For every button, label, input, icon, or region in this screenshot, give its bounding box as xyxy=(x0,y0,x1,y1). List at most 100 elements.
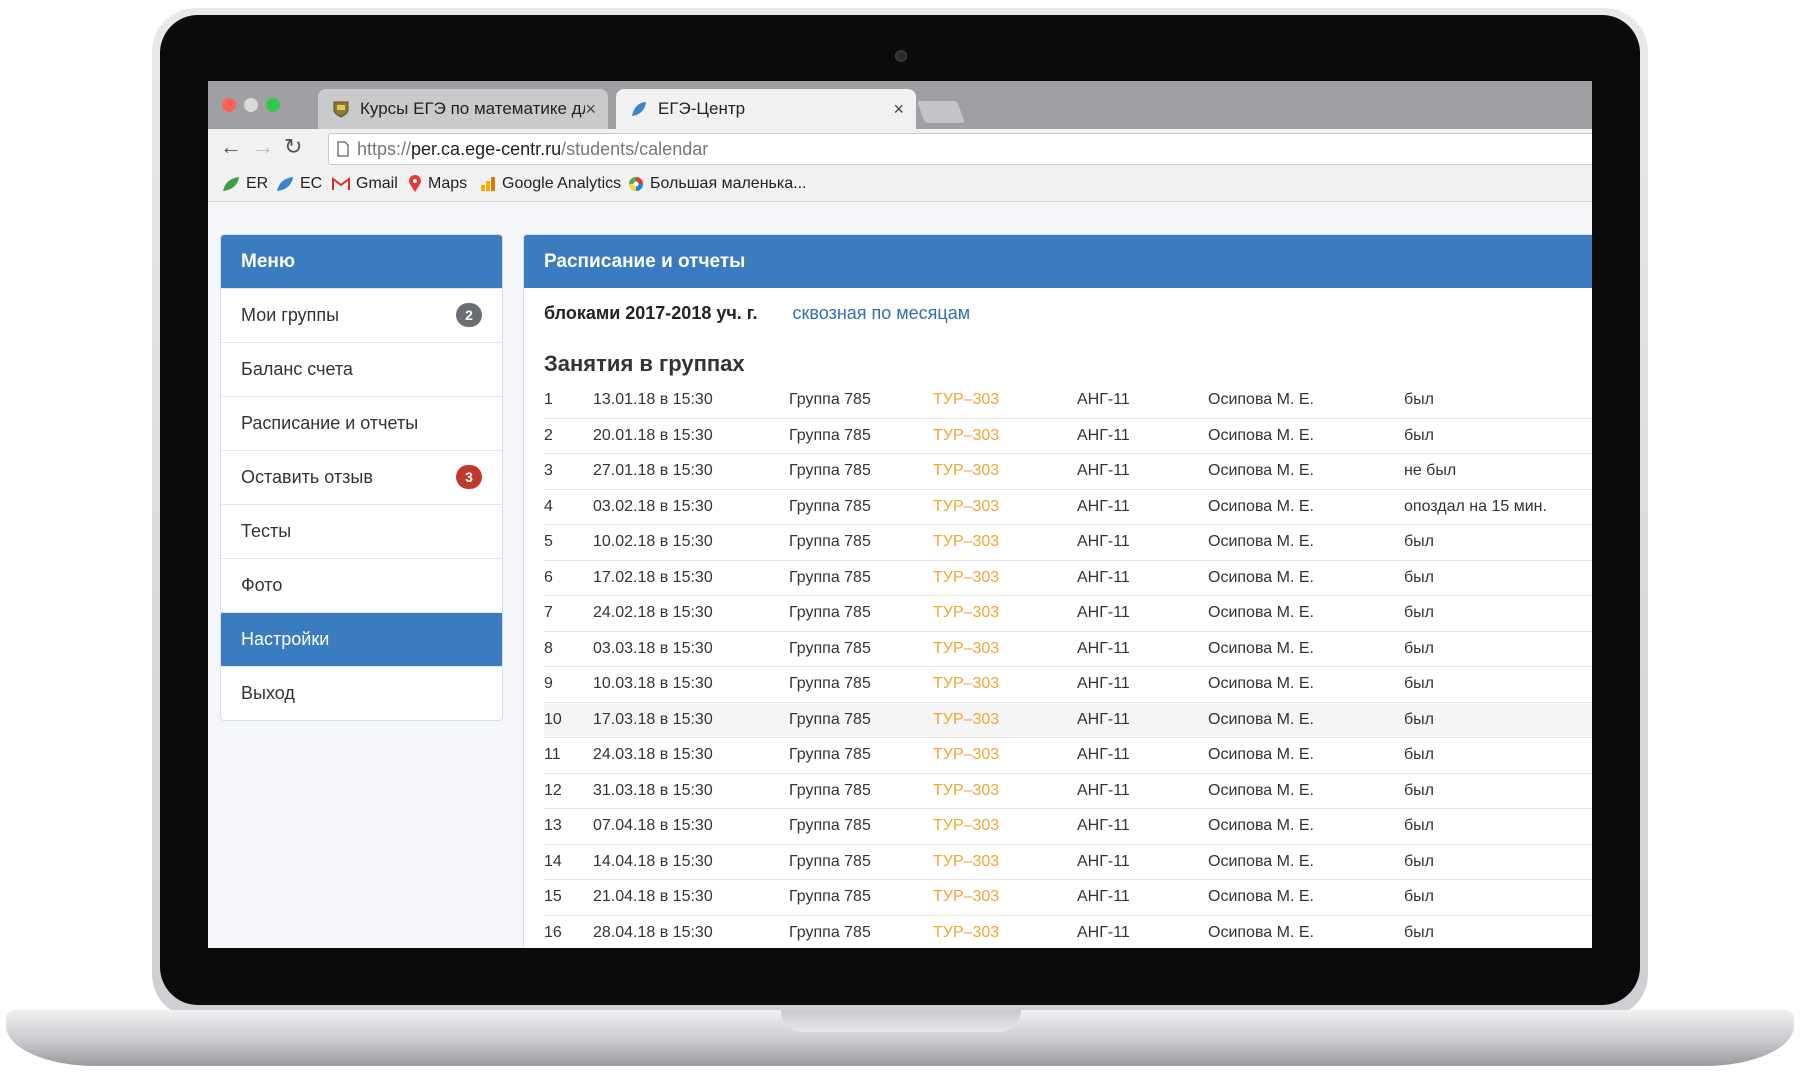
room-code: ТУР–303 xyxy=(933,808,1077,845)
course-code: АНГ-11 xyxy=(1077,453,1208,490)
group-name: Группа 785 xyxy=(789,666,933,703)
table-row: 10 17.03.18 в 15:30 Группа 785 ТУР–303 АНГ-1… xyxy=(544,702,1592,738)
sidebar-item-settings[interactable]: Настройки xyxy=(221,612,502,666)
bookmark-label: Google Analytics xyxy=(502,175,622,192)
group-name: Группа 785 xyxy=(789,418,933,454)
bookmark-gmail[interactable]: Gmail xyxy=(332,175,398,193)
teacher-name: Осипова М. Е. xyxy=(1208,560,1404,596)
bookmark-label: Gmail xyxy=(356,175,398,192)
lesson-datetime: 03.02.18 в 15:30 xyxy=(593,489,789,525)
lessons-table: 1 13.01.18 в 15:30 Группа 785 ТУР–303 АНГ-11… xyxy=(544,383,1592,948)
sidebar-item-logout[interactable]: Выход xyxy=(221,666,502,720)
table-row: 2 20.01.18 в 15:30 Группа 785 ТУР–303 АНГ-11… xyxy=(544,418,1592,454)
room-code: ТУР–303 xyxy=(933,915,1077,948)
room-code: ТУР–303 xyxy=(933,631,1077,667)
sidebar-item-label: Тесты xyxy=(241,521,292,541)
tab-ege-centr[interactable]: ЕГЭ-Центр × xyxy=(616,89,916,129)
room-code: ТУР–303 xyxy=(933,560,1077,596)
room-code: ТУР–303 xyxy=(933,666,1077,703)
forward-arrow-icon[interactable]: → xyxy=(252,134,274,160)
group-name: Группа 785 xyxy=(789,560,933,596)
attendance-status: был xyxy=(1404,560,1592,596)
course-code: АНГ-11 xyxy=(1077,631,1208,667)
sidebar-menu: Меню Мои группы 2 Баланс счета Расписани… xyxy=(220,234,503,721)
course-code: АНГ-11 xyxy=(1077,418,1208,454)
webcam xyxy=(895,50,907,62)
course-code: АНГ-11 xyxy=(1077,489,1208,525)
bookmark-google-analytics[interactable]: Google Analytics xyxy=(480,175,621,193)
row-number: 16 xyxy=(544,915,593,948)
bookmark-bolshaya[interactable]: Большая маленька... xyxy=(628,175,806,193)
course-code: АНГ-11 xyxy=(1077,560,1208,596)
room-code: ТУР–303 xyxy=(933,418,1077,454)
close-icon[interactable]: × xyxy=(585,99,596,120)
course-code: АНГ-11 xyxy=(1077,844,1208,880)
course-code: АНГ-11 xyxy=(1077,915,1208,948)
map-pin-icon xyxy=(409,175,421,192)
sidebar-item-balance[interactable]: Баланс счета xyxy=(221,342,502,396)
teacher-name: Осипова М. Е. xyxy=(1208,489,1404,525)
teacher-name: Осипова М. Е. xyxy=(1208,595,1404,632)
lesson-datetime: 17.02.18 в 15:30 xyxy=(593,560,789,596)
bookmark-label: EC xyxy=(300,175,323,192)
reload-icon[interactable]: ↻ xyxy=(284,134,302,160)
back-arrow-icon[interactable]: ← xyxy=(220,134,242,160)
lesson-datetime: 21.04.18 в 15:30 xyxy=(593,879,789,916)
new-tab-button[interactable] xyxy=(916,101,966,123)
close-icon[interactable]: × xyxy=(893,99,904,120)
bookmark-label: Maps xyxy=(428,175,468,192)
sidebar-item-label: Настройки xyxy=(241,629,330,649)
view-switcher: блоками 2017-2018 уч. г. сквозная по мес… xyxy=(544,303,970,324)
address-bar[interactable]: https://per.ca.ege-centr.ru/students/cal… xyxy=(328,133,1592,165)
lesson-datetime: 31.03.18 в 15:30 xyxy=(593,773,789,809)
group-name: Группа 785 xyxy=(789,453,933,490)
room-code: ТУР–303 xyxy=(933,453,1077,490)
teacher-name: Осипова М. Е. xyxy=(1208,915,1404,948)
view-monthly-link[interactable]: сквозная по месяцам xyxy=(793,303,971,323)
count-badge: 3 xyxy=(456,465,482,489)
sidebar-item-tests[interactable]: Тесты xyxy=(221,504,502,558)
close-window-button[interactable] xyxy=(222,98,236,112)
tab-ege-math-courses[interactable]: Курсы ЕГЭ по математике для × xyxy=(318,89,608,129)
attendance-status: был xyxy=(1404,844,1592,880)
tab-title: ЕГЭ-Центр xyxy=(658,99,746,118)
minimize-window-button[interactable] xyxy=(244,98,258,112)
sidebar-item-photo[interactable]: Фото xyxy=(221,558,502,612)
group-name: Группа 785 xyxy=(789,383,933,419)
course-code: АНГ-11 xyxy=(1077,595,1208,632)
group-name: Группа 785 xyxy=(789,631,933,667)
attendance-status: был xyxy=(1404,383,1592,419)
row-number: 1 xyxy=(544,383,593,419)
course-code: АНГ-11 xyxy=(1077,524,1208,561)
attendance-status: был xyxy=(1404,595,1592,632)
lesson-datetime: 20.01.18 в 15:30 xyxy=(593,418,789,454)
gmail-icon xyxy=(332,177,350,190)
laptop-notch xyxy=(781,1010,1021,1032)
bookmark-label: Большая маленька... xyxy=(650,175,807,192)
course-code: АНГ-11 xyxy=(1077,773,1208,809)
sidebar-item-label: Оставить отзыв xyxy=(241,467,373,487)
table-row: 1 13.01.18 в 15:30 Группа 785 ТУР–303 АНГ-11… xyxy=(544,383,1592,419)
row-number: 2 xyxy=(544,418,593,454)
bookmark-er[interactable]: ER xyxy=(222,175,268,193)
row-number: 7 xyxy=(544,595,593,632)
table-row: 7 24.02.18 в 15:30 Группа 785 ТУР–303 АНГ-11… xyxy=(544,595,1592,632)
sidebar-item-schedule[interactable]: Расписание и отчеты xyxy=(221,396,502,450)
group-name: Группа 785 xyxy=(789,737,933,774)
page-title: Расписание и отчеты xyxy=(524,235,1592,288)
bookmarks-bar: ER EC Gmail Maps Google Analytics Больша… xyxy=(208,167,1592,202)
bookmark-maps[interactable]: Maps xyxy=(408,175,467,193)
maximize-window-button[interactable] xyxy=(266,98,280,112)
sidebar-item-feedback[interactable]: Оставить отзыв 3 xyxy=(221,450,502,504)
menu-title: Меню xyxy=(221,235,502,288)
teacher-name: Осипова М. Е. xyxy=(1208,524,1404,561)
course-code: АНГ-11 xyxy=(1077,702,1208,738)
shield-icon xyxy=(333,101,349,118)
room-code: ТУР–303 xyxy=(933,737,1077,774)
sidebar-item-my-groups[interactable]: Мои группы 2 xyxy=(221,288,502,342)
analytics-icon xyxy=(481,177,495,191)
row-number: 11 xyxy=(544,737,593,774)
lesson-datetime: 24.03.18 в 15:30 xyxy=(593,737,789,774)
bookmark-ec[interactable]: EC xyxy=(276,175,322,193)
section-title: Занятия в группах xyxy=(544,351,745,376)
